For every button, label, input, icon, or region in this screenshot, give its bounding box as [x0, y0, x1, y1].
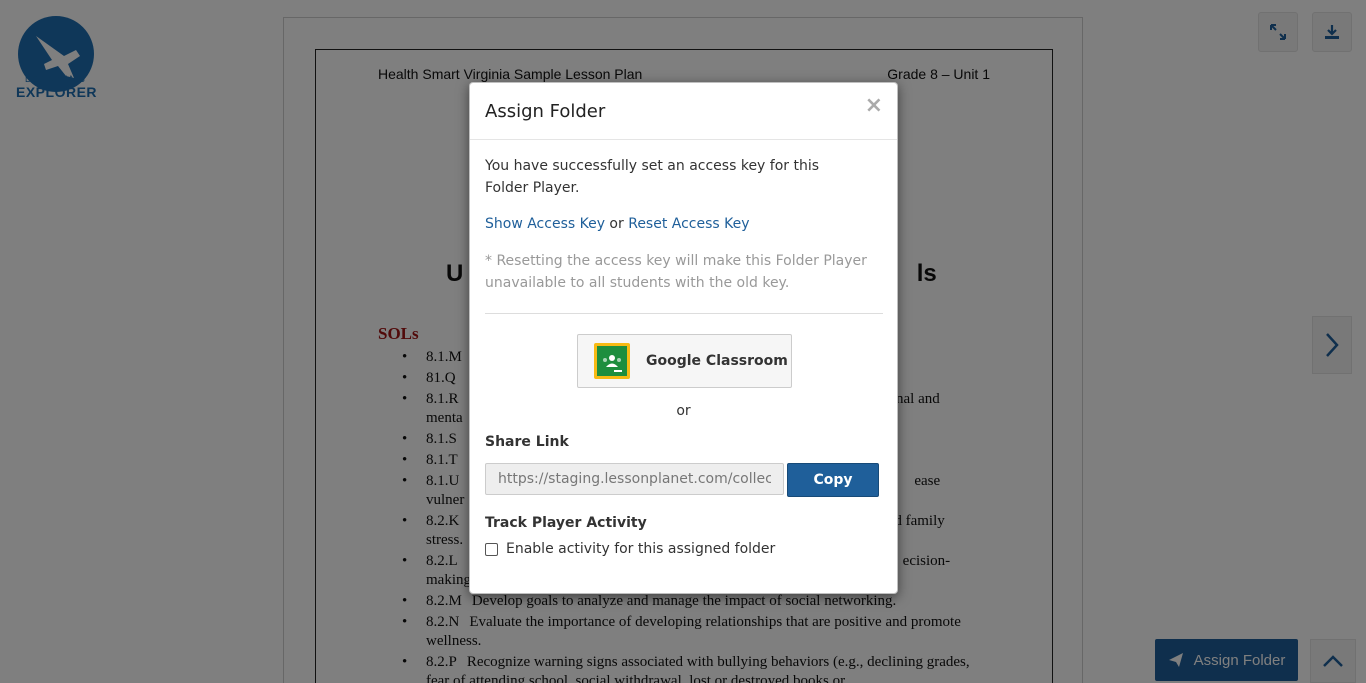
- track-player-activity-label: Track Player Activity: [485, 515, 647, 531]
- copy-button[interactable]: Copy: [787, 463, 879, 497]
- or-inline-text: or: [604, 216, 629, 232]
- share-link-input[interactable]: [485, 463, 784, 495]
- enable-activity-label: Enable activity for this assigned folder: [506, 541, 776, 557]
- show-access-key-link[interactable]: Show Access Key: [485, 216, 605, 232]
- divider: [485, 313, 883, 314]
- enable-activity-row[interactable]: Enable activity for this assigned folder: [485, 541, 775, 557]
- modal-title: Assign Folder: [485, 101, 606, 122]
- assign-folder-modal: Assign Folder × You have successfully se…: [469, 82, 898, 594]
- google-classroom-button[interactable]: Google Classroom: [577, 334, 792, 388]
- modal-header: Assign Folder ×: [470, 83, 897, 140]
- google-classroom-icon: [594, 343, 630, 379]
- reset-access-key-link[interactable]: Reset Access Key: [628, 216, 749, 232]
- reset-note: * Resetting the access key will make thi…: [485, 253, 867, 291]
- close-icon[interactable]: ×: [865, 93, 883, 119]
- success-message: You have successfully set an access key …: [485, 158, 820, 196]
- share-link-label: Share Link: [485, 434, 569, 450]
- or-divider-text: or: [676, 403, 691, 419]
- google-classroom-label: Google Classroom: [646, 353, 788, 369]
- access-key-links: Show Access Key or Reset Access Key: [485, 213, 750, 235]
- enable-activity-checkbox[interactable]: [485, 542, 498, 556]
